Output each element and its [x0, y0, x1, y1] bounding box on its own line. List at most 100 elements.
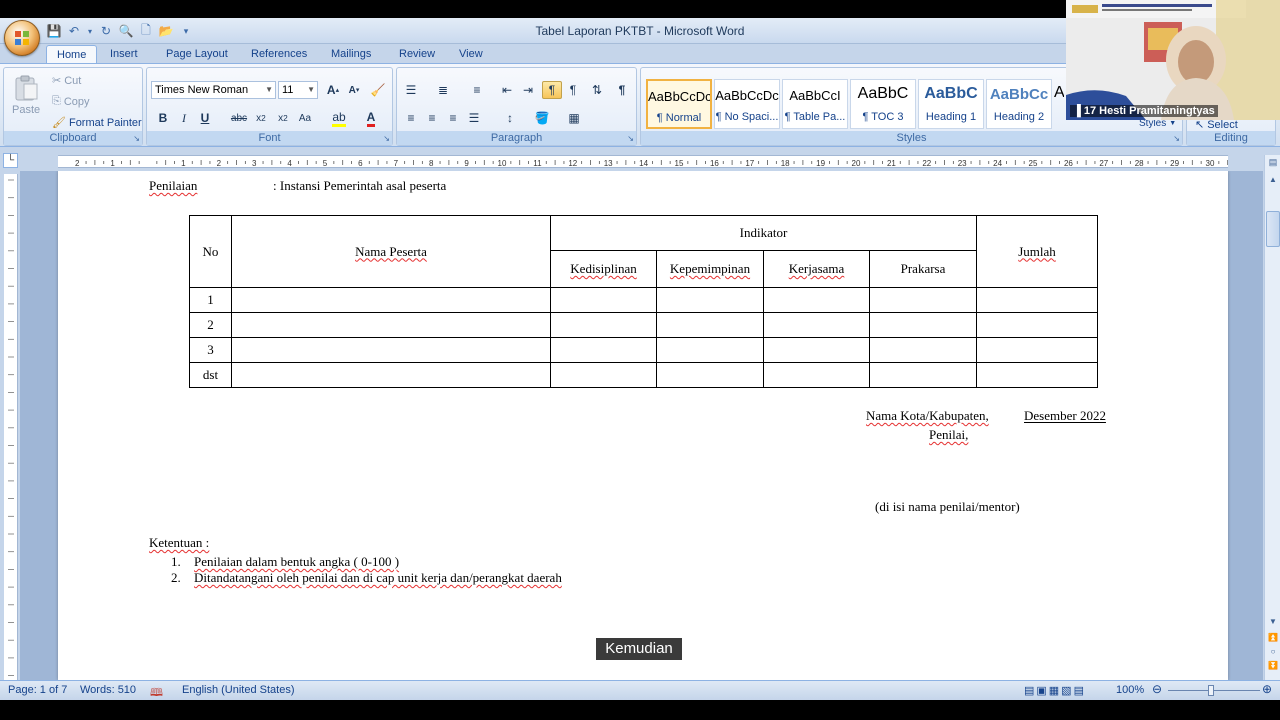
- tab-insert[interactable]: Insert: [100, 45, 148, 64]
- font-size-select[interactable]: 11 ▼: [278, 81, 318, 99]
- table-cell[interactable]: [231, 287, 551, 313]
- browse-object-icon[interactable]: ○: [1267, 647, 1279, 659]
- shading-icon[interactable]: 🪣: [532, 109, 552, 127]
- font-family-select[interactable]: Times New Roman ▼: [151, 81, 276, 99]
- shrink-font-icon[interactable]: A ▾: [344, 81, 364, 99]
- table-cell[interactable]: [763, 312, 870, 338]
- table-cell[interactable]: [869, 337, 977, 363]
- table-cell[interactable]: [231, 312, 551, 338]
- table-cell[interactable]: [869, 362, 977, 388]
- language[interactable]: English (United States): [182, 684, 295, 696]
- align-right-icon[interactable]: ≡: [443, 109, 463, 127]
- grow-font-icon[interactable]: A ▴: [323, 81, 343, 99]
- word-count[interactable]: Words: 510: [80, 684, 136, 696]
- borders-icon[interactable]: ▦: [564, 109, 584, 127]
- table-cell[interactable]: [656, 337, 764, 363]
- scroll-up-icon[interactable]: ▲: [1267, 175, 1279, 187]
- dialog-launcher-icon[interactable]: ↘: [133, 134, 140, 143]
- ruler-toggle-icon[interactable]: ▤: [1267, 157, 1279, 171]
- superscript-icon[interactable]: x2: [273, 109, 293, 127]
- underline-icon[interactable]: U: [195, 109, 215, 127]
- copy-button[interactable]: ⎘ Copy: [52, 95, 90, 108]
- sort-icon[interactable]: ⇅: [587, 81, 607, 99]
- previous-page-icon[interactable]: ⏫: [1267, 633, 1279, 645]
- table-cell[interactable]: [231, 362, 551, 388]
- tab-review[interactable]: Review: [389, 45, 445, 64]
- tab-page-layout[interactable]: Page Layout: [156, 45, 238, 64]
- align-center-icon[interactable]: ≡: [422, 109, 442, 127]
- tab-selector[interactable]: └: [3, 153, 18, 168]
- decrease-indent-icon[interactable]: ⇤: [497, 81, 517, 99]
- zoom-slider-thumb[interactable]: [1208, 685, 1214, 696]
- table-cell[interactable]: [550, 337, 657, 363]
- table-cell[interactable]: [550, 287, 657, 313]
- italic-icon[interactable]: I: [174, 109, 194, 127]
- subscript-icon[interactable]: x2: [251, 109, 271, 127]
- table-cell[interactable]: [656, 312, 764, 338]
- next-page-icon[interactable]: ⏬: [1267, 661, 1279, 673]
- tab-view[interactable]: View: [449, 45, 493, 64]
- tab-home[interactable]: Home: [46, 45, 98, 64]
- style-heading2[interactable]: AaBbCc Heading 2: [986, 79, 1052, 129]
- bullets-icon[interactable]: ☰: [401, 81, 421, 99]
- multilevel-list-icon[interactable]: ≡: [467, 81, 487, 99]
- dialog-launcher-icon[interactable]: ↘: [627, 134, 634, 143]
- view-buttons[interactable]: ▤▣▦▧▤: [1024, 684, 1086, 697]
- table-cell[interactable]: [763, 287, 870, 313]
- vertical-ruler[interactable]: [4, 174, 18, 694]
- scroll-down-icon[interactable]: ▼: [1267, 617, 1279, 629]
- numbering-icon[interactable]: ≣: [433, 81, 453, 99]
- style-heading1[interactable]: AaBbC Heading 1: [918, 79, 984, 129]
- table-cell[interactable]: [976, 362, 1098, 388]
- style-toc3[interactable]: AaBbC ¶ TOC 3: [850, 79, 916, 129]
- table-cell[interactable]: [869, 312, 977, 338]
- style-normal[interactable]: AaBbCcDc ¶ Normal: [646, 79, 712, 129]
- scroll-thumb[interactable]: [1266, 211, 1280, 247]
- line-spacing-icon[interactable]: ↕: [500, 109, 520, 127]
- vertical-scrollbar[interactable]: ▤ ▲ ▼ ⏫ ○ ⏬: [1264, 155, 1280, 680]
- zoom-level[interactable]: 100%: [1116, 684, 1144, 696]
- clear-formatting-icon[interactable]: 🧹: [368, 81, 388, 99]
- table-cell[interactable]: [656, 287, 764, 313]
- tab-references[interactable]: References: [241, 45, 317, 64]
- change-case-icon[interactable]: Aa: [295, 109, 315, 127]
- page-count[interactable]: Page: 1 of 7: [8, 684, 67, 696]
- ltr-direction-icon[interactable]: ¶: [542, 81, 562, 99]
- office-button[interactable]: [4, 20, 40, 56]
- table-cell[interactable]: [656, 362, 764, 388]
- dialog-launcher-icon[interactable]: ↘: [1173, 134, 1180, 143]
- show-marks-icon[interactable]: ¶: [612, 81, 632, 99]
- ruler-number: 18: [781, 159, 790, 168]
- table-cell[interactable]: [976, 337, 1098, 363]
- style-more-preview[interactable]: A: [1054, 79, 1064, 129]
- document-page[interactable]: Penilaian : Instansi Pemerintah asal pes…: [58, 171, 1228, 680]
- tab-mailings[interactable]: Mailings: [321, 45, 381, 64]
- format-painter-button[interactable]: 🖌 Format Painter: [52, 116, 142, 130]
- rtl-direction-icon[interactable]: ¶: [563, 81, 583, 99]
- style-no-spacing[interactable]: AaBbCcDc ¶ No Spaci...: [714, 79, 780, 129]
- table-cell[interactable]: [976, 312, 1098, 338]
- increase-indent-icon[interactable]: ⇥: [518, 81, 538, 99]
- font-color-icon[interactable]: A: [361, 109, 381, 127]
- zoom-slider[interactable]: [1168, 690, 1260, 691]
- table-cell[interactable]: [976, 287, 1098, 313]
- strikethrough-icon[interactable]: abc: [229, 109, 249, 127]
- chevron-down-icon: ▼: [265, 85, 273, 94]
- cut-button[interactable]: ✂ Cut: [52, 74, 81, 88]
- zoom-in-icon[interactable]: ⊕: [1262, 682, 1272, 696]
- table-cell[interactable]: [550, 362, 657, 388]
- style-table-paragraph[interactable]: AaBbCcI ¶ Table Pa...: [782, 79, 848, 129]
- bold-icon[interactable]: B: [153, 109, 173, 127]
- table-cell[interactable]: [763, 362, 870, 388]
- paste-button[interactable]: Paste: [12, 74, 40, 116]
- table-cell[interactable]: [869, 287, 977, 313]
- zoom-out-icon[interactable]: ⊖: [1152, 682, 1162, 696]
- table-cell[interactable]: [763, 337, 870, 363]
- horizontal-ruler[interactable]: 2 1 1 2 3 4 5 6 7 8 9 10 11 12 13 14 15 16 17 18 19 20 21 22 23 2…: [58, 155, 1228, 168]
- table-cell[interactable]: [231, 337, 551, 363]
- dialog-launcher-icon[interactable]: ↘: [383, 134, 390, 143]
- justify-icon[interactable]: ☰: [464, 109, 484, 127]
- table-cell[interactable]: [550, 312, 657, 338]
- align-left-icon[interactable]: ≡: [401, 109, 421, 127]
- highlight-icon[interactable]: ab: [329, 109, 349, 127]
